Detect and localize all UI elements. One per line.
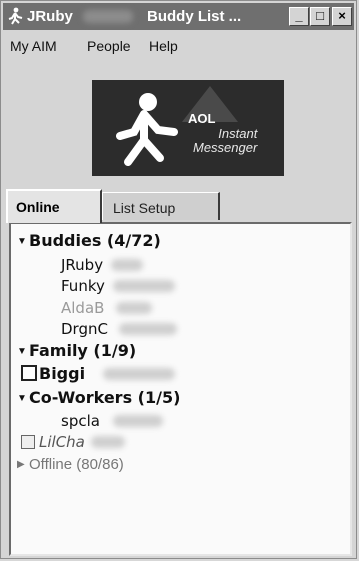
buddy-item-away[interactable]: LilCha [21,433,85,451]
title-bar[interactable]: JRuby Buddy List ... _ □ × [3,3,354,30]
close-button[interactable]: × [332,7,352,26]
window-title-screenname: JRuby [27,8,73,25]
group-family[interactable]: ▼ Family (1/9) [17,342,136,361]
banner-aol: AOL [188,111,216,126]
group-label: Buddies (4/72) [29,231,161,250]
buddy-item[interactable]: DrgnC [61,320,108,338]
name-redaction [111,259,143,271]
menu-help[interactable]: Help [149,38,178,54]
name-redaction [91,436,125,448]
name-redaction [113,280,175,292]
buddy-list[interactable]: ▼ Buddies (4/72) JRuby Funky AldaB DrgnC … [9,222,352,556]
name-redaction [119,323,177,335]
banner-subtitle: Instant Messenger [193,127,257,155]
collapse-arrow-icon[interactable]: ▼ [17,390,29,408]
menu-people[interactable]: People [87,38,131,54]
buddy-name: Funky [61,277,105,295]
buddy-name: spcla [61,412,100,430]
buddy-name: JRuby [61,256,104,274]
mobile-device-icon [21,365,37,381]
aim-banner[interactable]: AOL Instant Messenger [92,80,284,176]
buddy-item-idle[interactable]: AldaB [61,299,104,317]
maximize-button[interactable]: □ [310,7,330,26]
away-status-icon [21,435,35,449]
buddy-name: AldaB [61,299,105,317]
minimize-button[interactable]: _ [289,7,309,26]
aim-running-man-icon [8,7,23,25]
collapse-arrow-icon[interactable]: ▼ [17,233,29,251]
menu-my-aim[interactable]: My AIM [10,38,57,54]
menu-bar: My AIM People Help [3,33,354,59]
group-label: Offline (80/86) [29,456,124,473]
title-redaction [83,10,133,23]
name-redaction [113,415,163,427]
expand-arrow-icon[interactable]: ▶ [17,456,29,474]
buddy-item[interactable]: Funky [61,277,105,295]
name-redaction [103,368,175,380]
name-redaction [116,302,152,314]
buddy-name: DrgnC [61,320,108,338]
banner-messenger: Messenger [193,140,258,155]
collapse-arrow-icon[interactable]: ▼ [17,343,29,361]
tab-online[interactable]: Online [6,189,102,223]
buddy-name: Biggi [39,364,86,383]
group-offline[interactable]: ▶ Offline (80/86) [17,456,124,474]
tab-list-setup[interactable]: List Setup [102,192,220,220]
group-buddies[interactable]: ▼ Buddies (4/72) [17,232,161,251]
buddy-item[interactable]: JRuby [61,256,103,274]
window-title: Buddy List ... [147,8,242,25]
group-label: Co-Workers (1/5) [29,388,181,407]
aim-logo-icon [116,93,178,166]
buddy-name: LilCha [39,433,85,451]
banner-instant: Instant [218,126,258,141]
group-coworkers[interactable]: ▼ Co-Workers (1/5) [17,389,180,408]
buddy-list-window: JRuby Buddy List ... _ □ × My AIM People… [0,0,357,559]
buddy-item[interactable]: spcla [61,412,100,430]
group-label: Family (1/9) [29,341,137,360]
buddy-item[interactable]: Biggi [21,365,85,383]
